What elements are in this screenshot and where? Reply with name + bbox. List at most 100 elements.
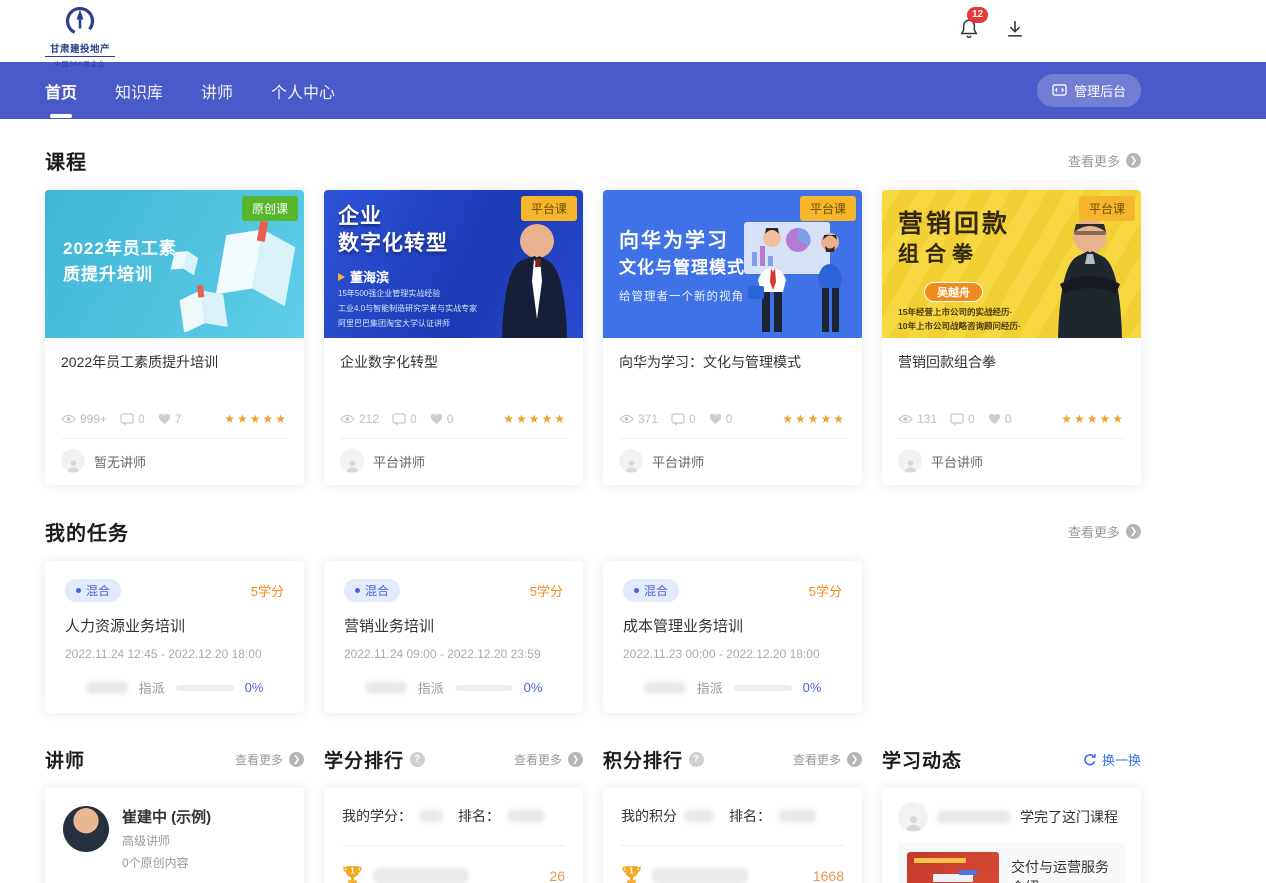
task-assign-label: 指派: [139, 678, 165, 697]
cover-title: 营销回款: [898, 204, 1010, 240]
points-rank-column: 积分排行 ? 查看更多 ❯ 我的积分 排名：: [603, 719, 862, 883]
nav-item-home[interactable]: 首页: [45, 79, 77, 103]
person-icon: [904, 813, 923, 832]
heart-icon: [158, 414, 171, 425]
person-icon: [624, 458, 639, 473]
view-more-credit-rank[interactable]: 查看更多 ❯: [514, 751, 583, 768]
view-more-points-rank[interactable]: 查看更多 ❯: [793, 751, 862, 768]
eye-icon: [340, 414, 355, 424]
redacted-value: [778, 809, 816, 823]
svg-text:1: 1: [629, 866, 634, 875]
lecturer-row: 平台讲师: [340, 449, 567, 473]
redacted-assigner: [86, 681, 128, 694]
likes-stat: 0: [988, 412, 1012, 426]
star-rating: ★★★★★: [1061, 412, 1125, 426]
rank-label: 排名：: [729, 806, 771, 826]
progress-bar: [455, 685, 513, 691]
course-title: 向华为学习：文化与管理模式: [619, 352, 846, 392]
my-credits-label: 我的学分：: [342, 806, 412, 826]
admin-backend-button[interactable]: 管理后台: [1037, 74, 1141, 107]
lecturers-card: 崔建中 (示例) 高级讲师 0个原创内容: [45, 788, 304, 883]
course-card[interactable]: 平台课 企业 数字化转型 董海滨 15年500强企业管理实战经验 工业4.0与智…: [324, 190, 583, 485]
lecturer-list-item[interactable]: 崔建中 (示例) 高级讲师 0个原创内容: [63, 806, 286, 871]
task-card[interactable]: 混合 5学分 成本管理业务培训 2022.11.23 00:00 - 2022.…: [603, 561, 862, 713]
arrow-right-icon: ❯: [1126, 153, 1141, 168]
avatar: [619, 449, 643, 473]
course-card[interactable]: 原创课 2022年员工素 质提升培训: [45, 190, 304, 485]
comments-stat: 0: [671, 412, 696, 426]
nav-item-knowledge-base[interactable]: 知识库: [115, 79, 163, 103]
nav-item-personal-center[interactable]: 个人中心: [271, 79, 335, 103]
view-more-label: 查看更多: [514, 751, 562, 768]
lecturers-section-title: 讲师: [45, 746, 85, 773]
redacted-name: [652, 868, 748, 883]
arrow-right-icon: ❯: [847, 752, 862, 767]
tasks-section: 我的任务 查看更多 ❯ 混合 5学分 人力资源业务培训 2022.11.24 1…: [45, 517, 1141, 713]
activity-course[interactable]: 交付与运营服务介绍: [898, 843, 1125, 883]
cover-description: 15年经营上市公司的实战经历· 10年上市公司战略咨询顾问经历·: [898, 305, 1021, 334]
view-more-lecturers[interactable]: 查看更多 ❯: [235, 751, 304, 768]
logo-emblem-icon: [63, 5, 97, 41]
lecturer-works: 0个原创内容: [122, 854, 211, 871]
course-card[interactable]: 平台课 营销回款 组合拳 吴越舟 15年经营上市公司的实战经历· 10年上市公司…: [882, 190, 1141, 485]
views-stat: 999+: [61, 412, 107, 426]
lecturer-name: 平台讲师: [373, 452, 425, 471]
task-type-badge: 混合: [623, 579, 679, 602]
eye-icon: [61, 414, 76, 424]
progress-percent: 0%: [803, 680, 822, 695]
help-icon[interactable]: ?: [689, 752, 704, 767]
course-card[interactable]: 平台课 向华为学习 文化与管理模式 给管理者一个新的视角: [603, 190, 862, 485]
task-card[interactable]: 混合 5学分 人力资源业务培训 2022.11.24 12:45 - 2022.…: [45, 561, 304, 713]
help-icon[interactable]: ?: [410, 752, 425, 767]
comments-stat: 0: [120, 412, 145, 426]
company-logo[interactable]: 甘肃建投地产 中国500强企业: [45, 5, 115, 68]
cover-title: 企业 数字化转型: [338, 203, 448, 258]
cover-speaker: 董海滨: [338, 267, 389, 286]
eye-icon: [619, 414, 634, 424]
task-credits: 5学分: [251, 581, 284, 600]
nav-item-lecturers[interactable]: 讲师: [201, 79, 233, 103]
trophy-icon: 1: [621, 864, 642, 883]
redacted-assigner: [365, 681, 407, 694]
trophy-icon: 1: [342, 864, 363, 883]
star-rating: ★★★★★: [503, 412, 567, 426]
download-button[interactable]: [1004, 17, 1026, 43]
comment-icon: [392, 413, 406, 426]
rank-list-item[interactable]: 1 1668: [621, 864, 844, 883]
view-more-courses[interactable]: 查看更多 ❯: [1068, 151, 1141, 170]
avatar: [898, 802, 928, 832]
task-type-badge: 混合: [65, 579, 121, 602]
redacted-name: [373, 868, 469, 883]
arrow-right-icon: ❯: [568, 752, 583, 767]
task-credits: 5学分: [530, 581, 563, 600]
activity-section-title: 学习动态: [882, 746, 962, 773]
nav-label: 讲师: [201, 85, 233, 102]
nav-label: 首页: [45, 85, 77, 102]
refresh-label: 换一换: [1102, 750, 1141, 769]
refresh-button[interactable]: 换一换: [1083, 750, 1141, 769]
heart-icon: [709, 414, 722, 425]
speaker-photo-silhouette: [482, 213, 583, 338]
lecturer-name: 崔建中 (示例): [122, 806, 211, 827]
view-more-label: 查看更多: [235, 751, 283, 768]
task-card[interactable]: 混合 5学分 营销业务培训 2022.11.24 09:00 - 2022.12…: [324, 561, 583, 713]
task-credits: 5学分: [809, 581, 842, 600]
view-more-tasks[interactable]: 查看更多 ❯: [1068, 522, 1141, 541]
views-stat: 131: [898, 412, 937, 426]
course-title: 2022年员工素质提升培训: [61, 352, 288, 392]
avatar: [898, 449, 922, 473]
rank-list-item[interactable]: 1 26: [342, 864, 565, 883]
comments-stat: 0: [950, 412, 975, 426]
redacted-name: [937, 810, 1011, 824]
credit-rank-card: 我的学分： 排名： 1 26: [324, 788, 583, 883]
task-title: 人力资源业务培训: [65, 615, 284, 636]
courses-section-title: 课程: [45, 146, 87, 175]
comment-icon: [950, 413, 964, 426]
lecturer-row: 平台讲师: [898, 449, 1125, 473]
course-title: 营销回款组合拳: [898, 352, 1125, 392]
notifications-button[interactable]: 12: [958, 16, 980, 44]
lecturer-avatar: [63, 806, 109, 852]
cover-subtitle: 组合拳: [898, 238, 979, 268]
task-date-range: 2022.11.24 09:00 - 2022.12.20 23:59: [344, 647, 563, 661]
bottom-row: 讲师 查看更多 ❯ 崔建中 (示例) 高级讲师 0个原创内容: [45, 719, 1141, 883]
